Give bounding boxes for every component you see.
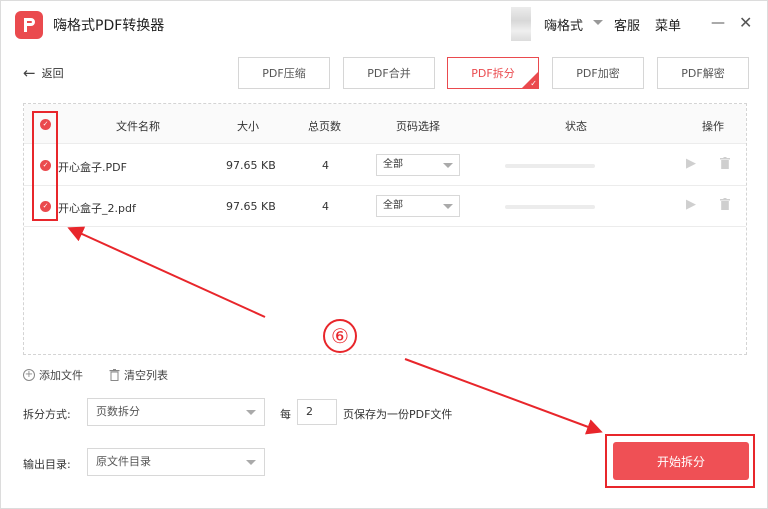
header-status: 状态 [565, 120, 587, 133]
chevron-down-icon [443, 163, 453, 168]
tab-label: PDF解密 [681, 67, 725, 80]
chevron-down-icon [246, 460, 256, 465]
chevron-down-icon [443, 204, 453, 209]
output-label: 输出目录: [23, 458, 71, 471]
page-select-value: 全部 [383, 200, 403, 211]
trash-icon [109, 369, 120, 381]
output-dir-value: 原文件目录 [96, 455, 151, 468]
trash-icon[interactable] [720, 198, 730, 210]
per-label: 每 [280, 408, 291, 421]
tab-label: PDF拆分 [471, 67, 515, 80]
close-icon[interactable]: ✕ [739, 13, 752, 32]
tab-pdf-split[interactable]: PDF拆分 ✓ [447, 57, 539, 89]
menu-link[interactable]: 菜单 [655, 15, 681, 34]
clear-list-label: 清空列表 [124, 369, 168, 382]
annotation-box-start [605, 434, 755, 488]
add-file-label: 添加文件 [39, 369, 83, 382]
app-logo-icon [15, 11, 43, 39]
plus-circle-icon: + [23, 369, 35, 381]
back-button[interactable]: ← 返回 [23, 64, 64, 82]
page-select-dropdown[interactable]: 全部 [376, 195, 460, 217]
split-mode-dropdown[interactable]: 页数拆分 [87, 398, 265, 426]
file-size: 97.65 KB [226, 200, 276, 213]
file-table: ✓ 文件名称 大小 总页数 页码选择 状态 操作 ✓ 开心盒子.PDF 97.6… [23, 103, 747, 355]
page-select-dropdown[interactable]: 全部 [376, 154, 460, 176]
app-title: 嗨格式PDF转换器 [53, 18, 165, 34]
per-suffix-label: 页保存为一份PDF文件 [343, 408, 453, 421]
check-icon: ✓ [530, 79, 537, 88]
table-row: ✓ 开心盒子.PDF 97.65 KB 4 全部 ▶ [24, 145, 746, 186]
back-label: 返回 [41, 67, 64, 80]
pages-per-file-input[interactable]: 2 [297, 399, 337, 425]
split-mode-label: 拆分方式: [23, 408, 71, 421]
tab-label: PDF加密 [576, 67, 620, 80]
header-pages: 总页数 [308, 120, 341, 133]
file-pages: 4 [322, 159, 329, 172]
table-row: ✓ 开心盒子_2.pdf 97.65 KB 4 全部 ▶ [24, 186, 746, 227]
output-dir-dropdown[interactable]: 原文件目录 [87, 448, 265, 476]
add-file-button[interactable]: + 添加文件 [23, 367, 83, 383]
chevron-down-icon[interactable] [593, 20, 603, 25]
clear-list-button[interactable]: 清空列表 [109, 367, 168, 383]
play-icon[interactable]: ▶ [686, 197, 696, 212]
tab-pdf-encrypt[interactable]: PDF加密 [552, 57, 644, 89]
split-mode-value: 页数拆分 [96, 405, 140, 418]
user-name[interactable]: 嗨格式 [544, 15, 583, 34]
progress-bar [505, 205, 595, 209]
minimize-icon[interactable]: — [711, 15, 725, 31]
tab-label: PDF压缩 [262, 67, 306, 80]
tab-pdf-compress[interactable]: PDF压缩 [238, 57, 330, 89]
file-size: 97.65 KB [226, 159, 276, 172]
header-size: 大小 [237, 120, 259, 133]
header-name: 文件名称 [116, 120, 160, 133]
progress-bar [505, 164, 595, 168]
file-name: 开心盒子_2.pdf [58, 202, 136, 215]
annotation-box-checkboxes [32, 111, 58, 221]
tab-pdf-merge[interactable]: PDF合并 [343, 57, 435, 89]
file-name: 开心盒子.PDF [58, 161, 127, 174]
tab-label: PDF合并 [367, 67, 411, 80]
play-icon[interactable]: ▶ [686, 156, 696, 171]
arrow-left-icon: ← [23, 64, 36, 82]
step-number-badge: ⑥ [323, 319, 357, 353]
table-header: ✓ 文件名称 大小 总页数 页码选择 状态 操作 [24, 104, 746, 144]
file-pages: 4 [322, 200, 329, 213]
trash-icon[interactable] [720, 157, 730, 169]
header-page-select: 页码选择 [396, 120, 440, 133]
page-select-value: 全部 [383, 159, 403, 170]
header-actions: 操作 [702, 120, 724, 133]
tab-pdf-decrypt[interactable]: PDF解密 [657, 57, 749, 89]
avatar[interactable] [511, 7, 531, 41]
app-window: 嗨格式PDF转换器 嗨格式 客服 菜单 — ✕ ← 返回 PDF压缩 PDF合并… [0, 0, 768, 509]
chevron-down-icon [246, 410, 256, 415]
title-bar: 嗨格式PDF转换器 嗨格式 客服 菜单 — ✕ [1, 1, 768, 47]
service-link[interactable]: 客服 [614, 15, 640, 34]
